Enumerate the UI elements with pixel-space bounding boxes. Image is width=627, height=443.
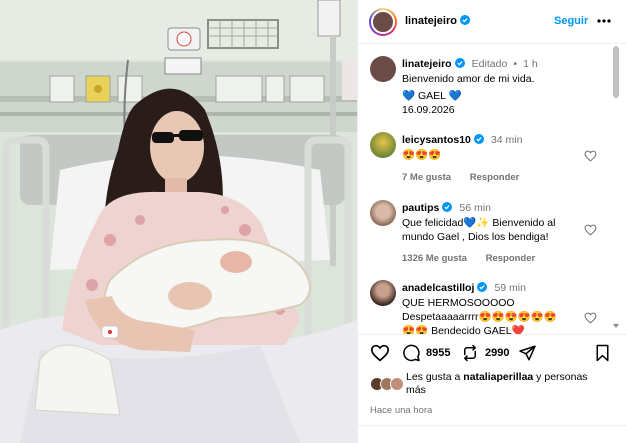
- comment-text-line-1: Que felicidad💙✨ Bienvenido al: [402, 217, 556, 229]
- heart-icon[interactable]: [584, 150, 597, 162]
- comment-time: 56 min: [459, 202, 491, 214]
- verified-icon: [442, 202, 453, 212]
- verified-icon: [454, 58, 465, 68]
- comment: anadelcastilloj 59 min QUE HERMOSOOOOO D…: [402, 282, 592, 334]
- caption-line-2: 💙 GAEL 💙: [402, 90, 462, 102]
- liked-by-prefix: Les gusta a: [406, 371, 464, 383]
- comment-count[interactable]: 8955: [426, 347, 450, 359]
- verified-icon: [473, 134, 484, 144]
- liked-by-avatars[interactable]: [370, 377, 404, 391]
- caption: linatejeiro Editado • 1 h Bienvenido amo…: [402, 58, 608, 117]
- comment-time: 34 min: [490, 134, 523, 146]
- scroll-down-icon[interactable]: [613, 324, 619, 328]
- comments-scrollbar-thumb[interactable]: [613, 46, 619, 98]
- photo-illustration: [0, 0, 357, 443]
- comment: pautips 56 min Que felicidad💙✨ Bienvenid…: [402, 202, 587, 264]
- share-icon[interactable]: [518, 344, 537, 362]
- liked-by-suffix[interactable]: y personas: [533, 371, 587, 383]
- verified-icon: [459, 15, 470, 25]
- liked-by-user[interactable]: nataliaperillaa: [463, 371, 533, 383]
- comment-username[interactable]: anadelcastilloj: [402, 282, 474, 294]
- caption-time: 1 h: [523, 58, 538, 70]
- heart-icon[interactable]: [370, 344, 390, 362]
- comment-username[interactable]: pautips: [402, 202, 439, 214]
- caption-line-3: 16.09.2026: [402, 104, 455, 116]
- post-timestamp[interactable]: Hace una hora: [370, 405, 432, 416]
- liked-by-more[interactable]: más: [406, 384, 426, 396]
- add-comment-area[interactable]: [358, 425, 627, 443]
- follow-button[interactable]: Seguir: [554, 15, 588, 27]
- repost-count[interactable]: 2990: [485, 347, 509, 359]
- comment-avatar[interactable]: [370, 200, 396, 226]
- comment-avatar[interactable]: [370, 132, 396, 158]
- author-username-row[interactable]: linatejeiro: [405, 15, 470, 27]
- comment-text: 😍😍😍: [402, 149, 442, 161]
- post-header: linatejeiro Seguir: [358, 0, 627, 44]
- post-photo[interactable]: [0, 0, 357, 443]
- liked-by-text: Les gusta a nataliaperillaa y personas m…: [406, 371, 616, 397]
- caption-username[interactable]: linatejeiro: [402, 58, 452, 70]
- comment-text-line-2: mundo Gael , Dios los bendiga!: [402, 231, 549, 243]
- verified-icon: [477, 282, 488, 292]
- caption-dot: •: [513, 58, 518, 70]
- caption-line-1: Bienvenido amor de mi vida.: [402, 73, 535, 85]
- comment-likes[interactable]: 1326 Me gusta: [402, 253, 467, 264]
- heart-icon[interactable]: [584, 224, 597, 236]
- comment-text-line-1: QUE HERMOSOOOOO: [402, 297, 515, 309]
- reply-button[interactable]: Responder: [486, 253, 536, 264]
- author-username[interactable]: linatejeiro: [405, 15, 457, 27]
- heart-icon[interactable]: [584, 312, 597, 324]
- comment-text-line-3: 😍😍 Bendecido GAEL❤️: [402, 325, 525, 334]
- author-avatar[interactable]: [369, 8, 397, 36]
- bookmark-icon[interactable]: [594, 344, 611, 362]
- post-side-panel: linatejeiro Seguir linatejeiro Editado •…: [357, 0, 627, 443]
- caption-avatar[interactable]: [370, 56, 396, 82]
- comment-avatar[interactable]: [370, 280, 396, 306]
- comment-text-line-2: Despetaaaaarrrr😍😍😍😍😍😍: [402, 311, 557, 323]
- comment-time: 59 min: [494, 282, 526, 294]
- comment-username[interactable]: leicysantos10: [402, 134, 471, 146]
- reply-button[interactable]: Responder: [470, 172, 520, 183]
- more-icon[interactable]: [596, 14, 612, 28]
- caption-edited: Editado: [471, 58, 508, 70]
- comment: leicysantos10 34 min 😍😍😍 7 Me gusta Resp…: [402, 134, 582, 183]
- comments-list[interactable]: linatejeiro Editado • 1 h Bienvenido amo…: [358, 44, 620, 334]
- comment-likes[interactable]: 7 Me gusta: [402, 172, 451, 183]
- instagram-post-modal: linatejeiro Seguir linatejeiro Editado •…: [0, 0, 627, 443]
- comment-icon[interactable]: [402, 344, 421, 362]
- repost-icon[interactable]: [461, 344, 479, 362]
